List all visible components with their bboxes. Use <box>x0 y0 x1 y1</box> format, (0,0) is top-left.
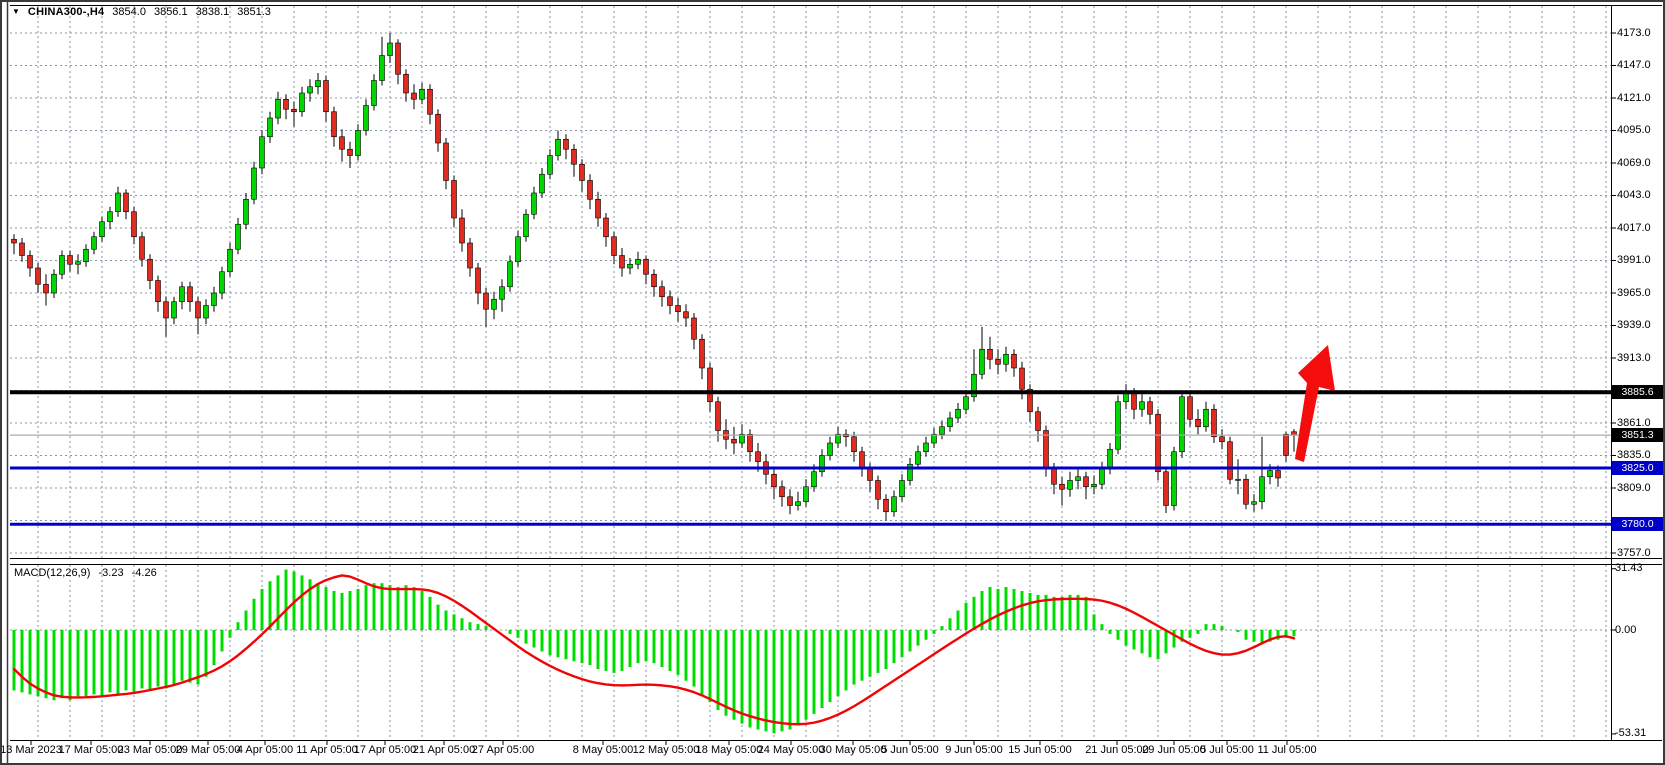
time-axis-label: 13 Mar 2023 <box>0 744 62 756</box>
price-tick-label: 3757.0 <box>1617 547 1663 559</box>
time-axis-label: 11 Apr 05:00 <box>296 744 358 756</box>
time-axis-label: 24 May 05:00 <box>758 744 825 756</box>
price-tick-label: 3991.0 <box>1617 254 1663 266</box>
ohlc-high: 3856.1 <box>154 6 188 18</box>
time-axis-label: 23 Mar 05:00 <box>118 744 183 756</box>
macd-indicator-label: MACD(12,26,9) -3.23 -4.26 <box>14 567 162 579</box>
price-tick-label: 4121.0 <box>1617 92 1663 104</box>
chart-canvas[interactable] <box>2 2 1665 765</box>
macd-tick-label: -53.31 <box>1615 727 1646 739</box>
price-tick-label: 3861.0 <box>1617 417 1663 429</box>
price-badge: 3780.0 <box>1612 517 1663 531</box>
price-tick-label: 3939.0 <box>1617 319 1663 331</box>
price-badge: 3851.3 <box>1612 428 1663 442</box>
time-axis-label: 15 Jun 05:00 <box>1008 744 1072 756</box>
macd-value-signal: -4.26 <box>132 567 157 579</box>
time-axis-label: 8 May 05:00 <box>573 744 634 756</box>
time-axis-label: 9 Jun 05:00 <box>945 744 1003 756</box>
time-axis-label: 29 Mar 05:00 <box>176 744 241 756</box>
price-tick-label: 3913.0 <box>1617 352 1663 364</box>
time-axis-label: 12 May 05:00 <box>633 744 700 756</box>
price-tick-label: 3809.0 <box>1617 482 1663 494</box>
hlines-layer <box>10 392 1611 524</box>
price-tick-label: 4017.0 <box>1617 222 1663 234</box>
time-axis-label: 17 Mar 05:00 <box>59 744 124 756</box>
grid-layer <box>10 6 1611 740</box>
ohlc-low: 3838.1 <box>196 6 230 18</box>
macd-value-main: -3.23 <box>98 567 123 579</box>
ohlc-open: 3854.0 <box>112 6 146 18</box>
price-tick-label: 4069.0 <box>1617 157 1663 169</box>
price-badge: 3825.0 <box>1612 461 1663 475</box>
time-axis-label: 11 Jul 05:00 <box>1257 744 1316 756</box>
price-badge: 3885.6 <box>1612 385 1663 399</box>
price-tick-label: 4043.0 <box>1617 189 1663 201</box>
time-axis-label: 27 Apr 05:00 <box>472 744 534 756</box>
time-axis-label: 21 Apr 05:00 <box>413 744 475 756</box>
chart-header: ▼ CHINA300-,H4 3854.0 3856.1 3838.1 3851… <box>12 4 271 19</box>
price-tick-label: 4147.0 <box>1617 59 1663 71</box>
time-axis-label: 29 Jun 05:00 <box>1142 744 1206 756</box>
trading-chart-window: ▼ CHINA300-,H4 3854.0 3856.1 3838.1 3851… <box>0 0 1665 765</box>
price-tick-label: 4095.0 <box>1617 124 1663 136</box>
chevron-down-icon[interactable]: ▼ <box>12 7 20 16</box>
price-tick-label: 3965.0 <box>1617 287 1663 299</box>
ohlc-close: 3851.3 <box>237 6 271 18</box>
time-axis-label: 30 May 05:00 <box>820 744 887 756</box>
macd-tick-label: 31.43 <box>1615 562 1643 574</box>
time-axis-label: 21 Jun 05:00 <box>1085 744 1149 756</box>
macd-layer <box>14 570 1294 734</box>
time-axis-label: 5 Jun 05:00 <box>881 744 939 756</box>
time-axis-label: 18 May 05:00 <box>696 744 763 756</box>
up-arrow-annotation[interactable] <box>1295 345 1335 462</box>
time-axis-label: 17 Apr 05:00 <box>354 744 416 756</box>
macd-tick-label: 0.00 <box>1615 624 1636 636</box>
candles-layer <box>12 33 1297 521</box>
symbol-period-label: CHINA300-,H4 <box>28 6 104 18</box>
price-tick-label: 3835.0 <box>1617 449 1663 461</box>
price-tick-label: 4173.0 <box>1617 27 1663 39</box>
time-axis-label: 5 Jul 05:00 <box>1200 744 1254 756</box>
macd-title: MACD(12,26,9) <box>14 567 90 579</box>
time-axis-label: 4 Apr 05:00 <box>237 744 293 756</box>
